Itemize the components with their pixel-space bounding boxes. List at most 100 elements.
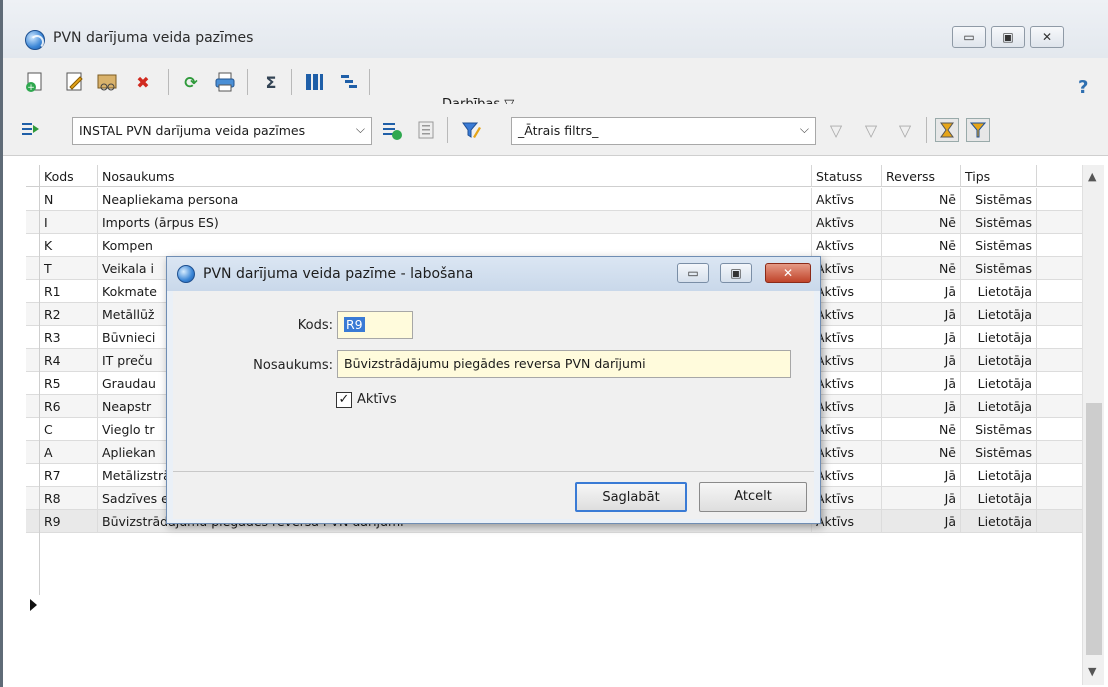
column-header-nosaukums[interactable]: Nosaukums (98, 165, 812, 187)
cell-statuss[interactable]: Aktīvs (812, 257, 882, 280)
cell-reverss[interactable]: Jā (882, 510, 961, 533)
cell-kods[interactable]: R8 (40, 487, 98, 510)
cell-reverss[interactable]: Jā (882, 326, 961, 349)
cell-tips[interactable]: Sistēmas (961, 234, 1037, 257)
cell-reverss[interactable]: Jā (882, 395, 961, 418)
tree-view-button[interactable] (337, 70, 361, 94)
cell-reverss[interactable]: Jā (882, 280, 961, 303)
cell-statuss[interactable]: Aktīvs (812, 441, 882, 464)
add-view-button[interactable] (380, 118, 404, 142)
filter-remove-button[interactable]: ▽ (893, 118, 917, 142)
cell-reverss[interactable]: Nē (882, 188, 961, 211)
cell-reverss[interactable]: Jā (882, 487, 961, 510)
print-button[interactable] (213, 70, 237, 94)
cell-tips[interactable]: Lietotāja (961, 510, 1037, 533)
close-button[interactable]: ✕ (1030, 26, 1064, 48)
cell-nosaukums[interactable]: Neapliekama persona (98, 188, 812, 211)
cell-statuss[interactable]: Aktīvs (812, 464, 882, 487)
scroll-up-icon[interactable]: ▲ (1088, 170, 1096, 183)
save-button[interactable]: Saglabāt (575, 482, 687, 512)
cell-statuss[interactable]: Aktīvs (812, 188, 882, 211)
cell-tips[interactable]: Lietotāja (961, 395, 1037, 418)
cell-kods[interactable]: R7 (40, 464, 98, 487)
sum-button[interactable]: Σ (259, 70, 283, 94)
cell-kods[interactable]: R4 (40, 349, 98, 372)
cell-statuss[interactable]: Aktīvs (812, 280, 882, 303)
filter-active-button[interactable] (966, 118, 990, 142)
cell-tips[interactable]: Lietotāja (961, 372, 1037, 395)
cell-statuss[interactable]: Aktīvs (812, 303, 882, 326)
view-select[interactable]: INSTAL PVN darījuma veida pazīmes ⌵ (72, 117, 372, 145)
column-header-tips[interactable]: Tips (961, 165, 1037, 187)
maximize-button[interactable]: ▣ (991, 26, 1025, 48)
cell-kods[interactable]: K (40, 234, 98, 257)
cell-kods[interactable]: R6 (40, 395, 98, 418)
cell-tips[interactable]: Lietotāja (961, 303, 1037, 326)
cancel-button[interactable]: Atcelt (699, 482, 807, 512)
cell-nosaukums[interactable]: Imports (ārpus ES) (98, 211, 812, 234)
add-record-button[interactable]: + (23, 70, 47, 94)
cell-statuss[interactable]: Aktīvs (812, 487, 882, 510)
aktivs-checkbox[interactable]: ✓ (336, 392, 352, 408)
scroll-down-icon[interactable]: ▼ (1088, 665, 1096, 678)
cell-reverss[interactable]: Nē (882, 257, 961, 280)
cell-kods[interactable]: R3 (40, 326, 98, 349)
dialog-maximize-button[interactable]: ▣ (720, 263, 752, 283)
cell-reverss[interactable]: Nē (882, 211, 961, 234)
table-row[interactable]: I Imports (ārpus ES) Aktīvs Nē Sistēmas (26, 211, 1082, 234)
cell-kods[interactable]: N (40, 188, 98, 211)
kods-field[interactable]: R9 (337, 311, 413, 339)
cell-tips[interactable]: Sistēmas (961, 257, 1037, 280)
cell-reverss[interactable]: Jā (882, 464, 961, 487)
cell-statuss[interactable]: Aktīvs (812, 510, 882, 533)
cell-reverss[interactable]: Jā (882, 372, 961, 395)
cell-reverss[interactable]: Jā (882, 303, 961, 326)
cell-tips[interactable]: Lietotāja (961, 464, 1037, 487)
cell-statuss[interactable]: Aktīvs (812, 234, 882, 257)
cell-kods[interactable]: R5 (40, 372, 98, 395)
minimize-button[interactable]: ▭ (952, 26, 986, 48)
cell-kods[interactable]: R1 (40, 280, 98, 303)
aktivs-label[interactable]: Aktīvs (357, 392, 397, 407)
cell-kods[interactable]: A (40, 441, 98, 464)
cell-statuss[interactable]: Aktīvs (812, 349, 882, 372)
help-icon[interactable]: ? (1078, 77, 1088, 98)
view-selector-button[interactable] (19, 118, 43, 142)
cell-tips[interactable]: Sistēmas (961, 211, 1037, 234)
filter-clear-button[interactable]: ▽ (859, 118, 883, 142)
column-header-kods[interactable]: Kods (40, 165, 98, 187)
cell-tips[interactable]: Lietotāja (961, 487, 1037, 510)
filter-add-button[interactable]: ▽ (824, 118, 848, 142)
cell-tips[interactable]: Sistēmas (961, 418, 1037, 441)
cell-tips[interactable]: Lietotāja (961, 326, 1037, 349)
cell-reverss[interactable]: Nē (882, 234, 961, 257)
cell-statuss[interactable]: Aktīvs (812, 372, 882, 395)
cell-tips[interactable]: Lietotāja (961, 349, 1037, 372)
table-row[interactable]: K Kompen Aktīvs Nē Sistēmas (26, 234, 1082, 257)
dialog-close-button[interactable]: ✕ (765, 263, 811, 283)
filter-button[interactable] (459, 118, 483, 142)
cell-statuss[interactable]: Aktīvs (812, 211, 882, 234)
nosaukums-field[interactable]: Būvizstrādājumu piegādes reversa PVN dar… (337, 350, 791, 378)
cell-reverss[interactable]: Nē (882, 441, 961, 464)
scrollbar-thumb[interactable] (1086, 403, 1102, 655)
cell-kods[interactable]: R9 (40, 510, 98, 533)
copy-record-button[interactable] (95, 70, 119, 94)
vertical-scrollbar[interactable]: ▲ ▼ (1082, 165, 1104, 685)
table-row[interactable]: N Neapliekama persona Aktīvs Nē Sistēmas (26, 188, 1082, 211)
cell-kods[interactable]: R2 (40, 303, 98, 326)
cell-reverss[interactable]: Jā (882, 349, 961, 372)
dialog-minimize-button[interactable]: ▭ (677, 263, 709, 283)
cell-tips[interactable]: Sistēmas (961, 188, 1037, 211)
cell-tips[interactable]: Sistēmas (961, 441, 1037, 464)
view-settings-button[interactable] (415, 118, 439, 142)
cell-reverss[interactable]: Nē (882, 418, 961, 441)
column-header-statuss[interactable]: Statuss (812, 165, 882, 187)
columns-button[interactable] (302, 70, 326, 94)
column-header-reverss[interactable]: Reverss (882, 165, 961, 187)
edit-record-button[interactable] (63, 70, 87, 94)
cell-kods[interactable]: C (40, 418, 98, 441)
cell-statuss[interactable]: Aktīvs (812, 326, 882, 349)
cell-statuss[interactable]: Aktīvs (812, 418, 882, 441)
cell-statuss[interactable]: Aktīvs (812, 395, 882, 418)
